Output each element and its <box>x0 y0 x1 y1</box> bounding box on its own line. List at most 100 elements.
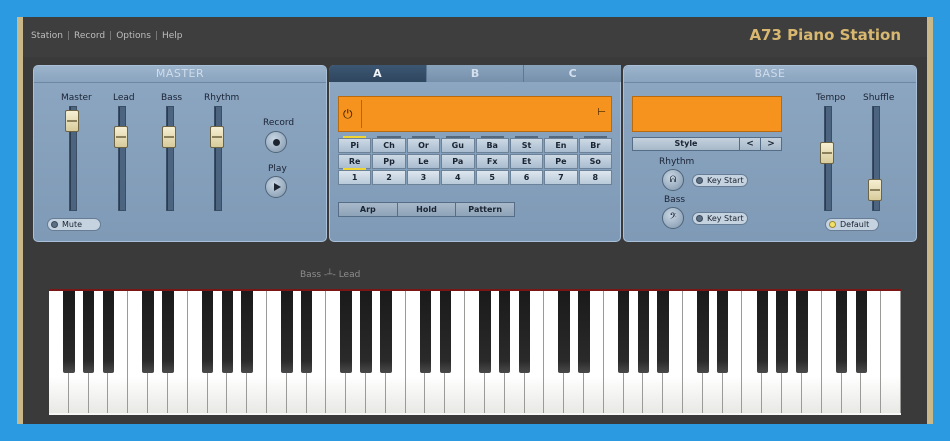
voice-button[interactable]: Gu <box>441 136 475 153</box>
black-key[interactable] <box>221 291 234 373</box>
voice-button[interactable]: Br <box>578 136 612 153</box>
voice-button[interactable]: En <box>544 136 578 153</box>
tab-b[interactable]: B <box>426 65 525 82</box>
black-key[interactable] <box>835 291 848 373</box>
black-key[interactable] <box>498 291 511 373</box>
preset-number-button[interactable]: 1 <box>338 168 372 185</box>
shuffle-slider-handle[interactable] <box>868 178 882 201</box>
bass-key-start-indicator-icon <box>696 215 703 222</box>
variation-button[interactable]: Et <box>509 154 544 169</box>
piano-keyboard[interactable] <box>49 289 901 415</box>
slider-label-master: Master <box>61 93 92 103</box>
menu-station[interactable]: Station <box>31 31 63 41</box>
variation-button[interactable]: Le <box>406 154 441 169</box>
style-prev-button[interactable]: < <box>739 138 760 150</box>
bass-label: Bass <box>664 195 686 205</box>
black-key[interactable] <box>380 291 392 373</box>
voice-button[interactable]: Ba <box>475 136 509 153</box>
bass-slider-track[interactable] <box>166 106 174 211</box>
master-slider-handle[interactable] <box>65 110 79 133</box>
hold-button[interactable]: Hold <box>397 203 457 216</box>
black-key[interactable] <box>756 291 769 373</box>
preset-number-button[interactable]: 7 <box>544 170 578 185</box>
black-key[interactable] <box>558 291 570 373</box>
display-divider <box>361 100 362 128</box>
play-label: Play <box>268 164 287 174</box>
black-key[interactable] <box>697 291 709 373</box>
black-key[interactable] <box>419 291 432 373</box>
play-button[interactable] <box>265 176 287 198</box>
black-key[interactable] <box>855 291 868 373</box>
rhythm-button[interactable]: ᕱ <box>662 169 684 191</box>
black-key[interactable] <box>82 291 95 373</box>
black-key[interactable] <box>142 291 154 373</box>
style-label: Style <box>633 138 739 150</box>
menu-options[interactable]: Options <box>116 31 151 41</box>
black-key[interactable] <box>657 291 669 373</box>
black-key[interactable] <box>439 291 452 373</box>
variation-button[interactable]: Pa <box>441 154 475 169</box>
black-key[interactable] <box>63 291 75 373</box>
preset-number-button[interactable]: 2 <box>372 170 406 185</box>
voice-button[interactable]: Or <box>406 136 441 153</box>
menu-help[interactable]: Help <box>162 31 183 41</box>
black-key[interactable] <box>300 291 313 373</box>
black-key[interactable] <box>360 291 372 373</box>
style-next-button[interactable]: > <box>760 138 781 150</box>
black-key[interactable] <box>241 291 253 373</box>
bass-button[interactable]: 𝄢 <box>662 207 684 229</box>
mute-indicator-icon <box>51 221 58 228</box>
black-key[interactable] <box>518 291 531 373</box>
tab-c[interactable]: C <box>524 65 622 82</box>
variation-button[interactable]: Fx <box>475 154 509 169</box>
black-key[interactable] <box>578 291 590 373</box>
voice-button[interactable]: Pi <box>338 136 372 153</box>
split-point-label: Bass -┴- Lead <box>300 270 361 280</box>
end-marker-icon: ⊢ <box>597 107 606 118</box>
variation-button[interactable]: So <box>578 154 612 169</box>
bass-key-start-label: Key Start <box>707 214 744 223</box>
pattern-button[interactable]: Pattern <box>456 203 515 216</box>
tab-a[interactable]: A <box>329 65 427 82</box>
variation-button[interactable]: Pe <box>544 154 578 169</box>
tempo-slider-handle[interactable] <box>820 142 834 165</box>
black-key[interactable] <box>796 291 808 373</box>
black-key[interactable] <box>162 291 174 373</box>
slider-label-rhythm: Rhythm <box>204 93 240 103</box>
rhythm-slider-handle[interactable] <box>210 126 224 149</box>
preset-number-button[interactable]: 5 <box>475 170 509 185</box>
voice-button[interactable]: St <box>509 136 544 153</box>
record-button[interactable] <box>265 131 287 153</box>
rhythm-slider-track[interactable] <box>214 106 222 211</box>
preset-number-button[interactable]: 3 <box>406 170 441 185</box>
default-toggle[interactable]: Default <box>825 218 879 231</box>
title-bar: Station | Record | Options | Help A73 Piano St… <box>23 17 927 57</box>
preset-number-button[interactable]: 6 <box>509 170 544 185</box>
preset-number-button[interactable]: 4 <box>441 170 475 185</box>
black-key[interactable] <box>479 291 491 373</box>
bass-slider-handle[interactable] <box>162 126 176 149</box>
mute-toggle[interactable]: Mute <box>47 218 101 231</box>
black-key[interactable] <box>716 291 729 373</box>
black-key[interactable] <box>617 291 630 373</box>
variation-button[interactable]: Pp <box>372 154 406 169</box>
black-key[interactable] <box>637 291 650 373</box>
variation-button[interactable]: Re <box>338 154 372 169</box>
voice-selector-grid: Pi Ch Or Gu Ba St En Br Re Pp Le Pa Fx Et Pe So 1 2 3 4 5 6 7 8 <box>338 136 612 185</box>
black-key[interactable] <box>102 291 115 373</box>
lead-slider-track[interactable] <box>118 106 126 211</box>
arp-button[interactable]: Arp <box>339 203 398 216</box>
rhythm-key-start-toggle[interactable]: Key Start <box>692 174 748 187</box>
black-key[interactable] <box>340 291 352 373</box>
black-key[interactable] <box>776 291 788 373</box>
menu-record[interactable]: Record <box>74 31 105 41</box>
preset-number-button[interactable]: 8 <box>578 170 612 185</box>
lead-slider-handle[interactable] <box>114 126 128 149</box>
black-key[interactable] <box>201 291 214 373</box>
black-key[interactable] <box>281 291 293 373</box>
white-key[interactable] <box>881 291 901 413</box>
voice-button[interactable]: Ch <box>372 136 406 153</box>
frame-edge-right <box>927 17 933 424</box>
bass-key-start-toggle[interactable]: Key Start <box>692 212 748 225</box>
power-icon[interactable]: ⏻ <box>343 108 353 120</box>
